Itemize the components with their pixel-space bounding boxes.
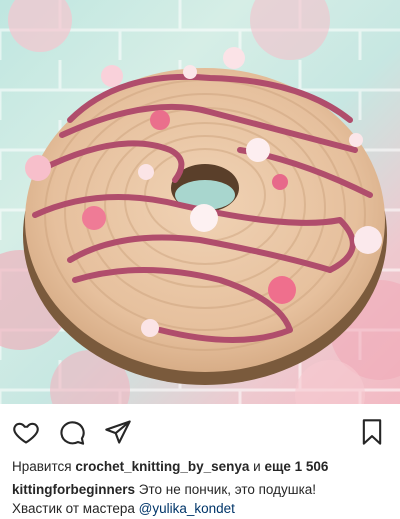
likes-count[interactable]: еще 1 506: [264, 459, 328, 474]
heart-icon[interactable]: [12, 418, 40, 446]
donut-pillow-photo: [0, 0, 400, 404]
post-caption: kittingforbeginners Это не пончик, это п…: [12, 480, 392, 518]
post-photo[interactable]: [0, 0, 400, 404]
caption-author[interactable]: kittingforbeginners: [12, 482, 135, 497]
caption-mention-link[interactable]: @yulika_kondet: [139, 501, 235, 516]
likes-prefix: Нравится: [12, 459, 76, 474]
post-action-bar: [0, 410, 400, 450]
paper-plane-icon[interactable]: [104, 418, 132, 446]
bookmark-icon[interactable]: [358, 418, 386, 446]
likes-conjunction: и: [249, 459, 265, 474]
liker-username[interactable]: crochet_knitting_by_senya: [75, 459, 249, 474]
caption-text: Это не пончик, это подушка!: [135, 482, 317, 497]
likes-summary: Нравится crochet_knitting_by_senya и еще…: [12, 458, 392, 476]
caption-line2-prefix: Хвастик от мастера: [12, 501, 139, 516]
comment-icon[interactable]: [58, 418, 86, 446]
